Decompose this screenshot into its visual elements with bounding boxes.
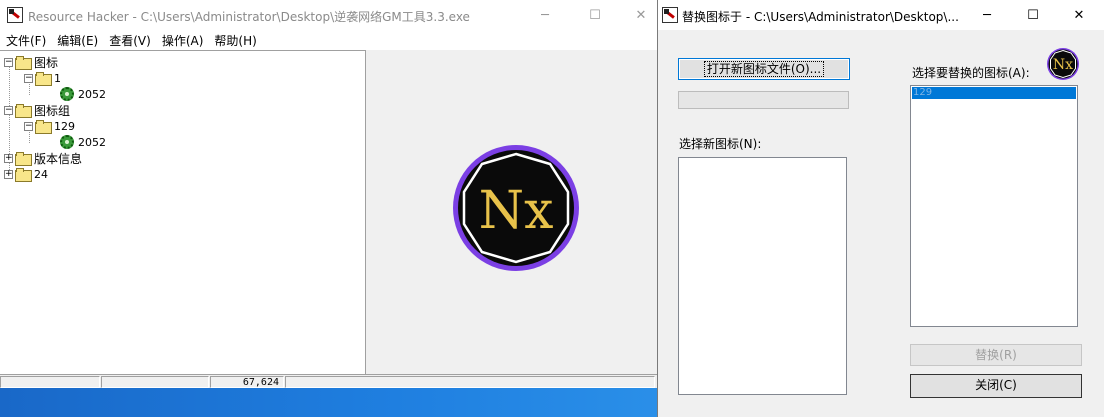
status-size: 67,624	[210, 376, 284, 388]
dialog-minimize-button[interactable]: ─	[964, 0, 1010, 30]
status-cell-1	[0, 376, 100, 388]
desktop-background	[0, 388, 657, 417]
expand-icon[interactable]: +	[4, 169, 13, 179]
menu-view[interactable]: 查看(V)	[105, 32, 155, 49]
replace-icon-dialog: 替换图标于 - C:\Users\Administrator\Desktop\.…	[657, 0, 1104, 417]
resource-hacker-app-icon	[7, 7, 23, 23]
tree-node-label: 2052	[78, 135, 106, 149]
folder-open-icon	[35, 120, 52, 134]
status-cell-4	[285, 376, 655, 388]
menu-action[interactable]: 操作(A)	[158, 32, 208, 49]
open-icon-file-label: 打开新图标文件(O)...	[703, 61, 825, 77]
main-menubar: 文件(F) 编辑(E) 查看(V) 操作(A) 帮助(H)	[0, 30, 657, 50]
load-progress-bar	[678, 91, 849, 109]
tree-node-label: 1	[54, 71, 61, 85]
folder-open-icon	[15, 104, 32, 118]
tree-node-icon-group-129-2052[interactable]: 2052	[60, 134, 106, 150]
tree-node-icon-group-129[interactable]: − 129	[24, 118, 75, 134]
target-icon-label: 选择要替换的图标(A):	[912, 66, 1030, 80]
tree-node-version-info[interactable]: + 版本信息	[4, 150, 82, 166]
collapse-icon[interactable]: −	[24, 121, 33, 131]
resource-hacker-window: Resource Hacker - C:\Users\Administrator…	[0, 0, 658, 417]
tree-node-label: 版本信息	[34, 151, 83, 166]
tree-node-label: 129	[54, 119, 75, 133]
tree-node-label: 2052	[78, 87, 106, 101]
dialog-title: 替换图标于 - C:\Users\Administrator\Desktop\.…	[682, 10, 959, 24]
dialog-close-button[interactable]: ✕	[1056, 0, 1102, 30]
nx-preview-text: Nx	[479, 181, 554, 241]
tree-node-icon-1-2052[interactable]: 2052	[60, 86, 106, 102]
close-button[interactable]: ✕	[618, 0, 657, 30]
tree-node-24[interactable]: + 24	[4, 166, 48, 182]
dialog-maximize-button[interactable]: ☐	[1010, 0, 1056, 30]
folder-icon	[15, 168, 32, 182]
replace-button[interactable]: 替换(R)	[910, 344, 1082, 366]
folder-icon	[15, 152, 32, 166]
menu-file[interactable]: 文件(F)	[2, 32, 50, 49]
nx-corner-icon: Nx	[1047, 48, 1079, 80]
folder-open-icon	[15, 56, 32, 70]
status-cell-2	[101, 376, 209, 388]
maximize-button[interactable]: ☐	[572, 0, 618, 30]
open-icon-file-button[interactable]: 打开新图标文件(O)...	[678, 58, 850, 80]
main-window-title: Resource Hacker - C:\Users\Administrator…	[28, 10, 470, 24]
close-dialog-button[interactable]: 关闭(C)	[910, 374, 1082, 398]
folder-open-icon	[35, 72, 52, 86]
resource-gear-icon	[60, 87, 74, 101]
target-icon-item-129[interactable]: 129	[912, 87, 1076, 99]
minimize-button[interactable]: ─	[522, 0, 568, 30]
tree-node-label: 图标	[34, 55, 59, 70]
tree-node-icon-1[interactable]: − 1	[24, 70, 61, 86]
expand-icon[interactable]: +	[4, 153, 13, 163]
resource-tree[interactable]: − 图标 − 1 2052 − 图标组 − 129 2052 + 版本信息 + …	[0, 50, 366, 375]
menu-help[interactable]: 帮助(H)	[210, 32, 260, 49]
nx-corner-text: Nx	[1053, 57, 1073, 73]
collapse-icon[interactable]: −	[4, 105, 13, 115]
icon-preview-pane: Nx	[367, 50, 657, 375]
nx-preview-icon: Nx	[453, 145, 579, 271]
menu-edit[interactable]: 编辑(E)	[53, 32, 102, 49]
new-icon-list[interactable]	[678, 157, 847, 395]
dialog-titlebar[interactable]: 替换图标于 - C:\Users\Administrator\Desktop\.…	[658, 0, 1104, 30]
target-icon-list[interactable]: 129	[910, 85, 1078, 327]
status-bar: 67,624	[0, 374, 657, 388]
tree-node-icon-group[interactable]: − 图标组	[4, 102, 70, 118]
dialog-app-icon	[662, 7, 678, 23]
main-titlebar[interactable]: Resource Hacker - C:\Users\Administrator…	[0, 0, 657, 30]
tree-node-label: 图标组	[34, 103, 71, 118]
collapse-icon[interactable]: −	[4, 57, 13, 67]
tree-node-label: 24	[34, 167, 48, 181]
collapse-icon[interactable]: −	[24, 73, 33, 83]
tree-node-icon[interactable]: − 图标	[4, 54, 58, 70]
new-icon-label: 选择新图标(N):	[679, 137, 762, 151]
resource-gear-icon	[60, 135, 74, 149]
